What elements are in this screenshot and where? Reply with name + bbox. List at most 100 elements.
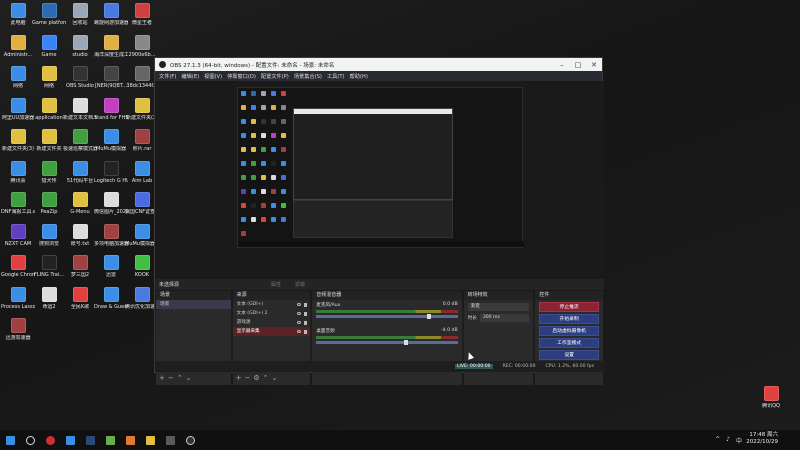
captured-icon bbox=[271, 105, 276, 110]
desktop-icon-label: application bbox=[35, 114, 63, 121]
app-icon bbox=[103, 160, 119, 176]
tray-arrow-icon[interactable]: ^ bbox=[715, 436, 720, 445]
desktop-icon[interactable]: 全民K歌 bbox=[65, 286, 95, 325]
transition-select[interactable]: 渐变 bbox=[467, 303, 530, 311]
settings-button[interactable]: 设置 bbox=[539, 350, 599, 360]
nvidia-icon[interactable] bbox=[100, 430, 120, 450]
start-recording-button[interactable]: 开始录制 bbox=[539, 314, 599, 324]
slider-knob[interactable] bbox=[426, 314, 431, 319]
captured-icon bbox=[241, 147, 246, 152]
captured-icon bbox=[251, 133, 256, 138]
close-icon[interactable]: ✕ bbox=[586, 61, 602, 69]
app-icon bbox=[134, 192, 150, 207]
slider-knob[interactable] bbox=[403, 340, 408, 345]
scene-item[interactable]: 场景 bbox=[156, 300, 231, 309]
ime-indicator[interactable]: 中 bbox=[736, 436, 742, 445]
app-icon bbox=[134, 129, 150, 144]
lock-icon[interactable] bbox=[304, 320, 308, 325]
properties-button[interactable]: 属性 bbox=[271, 281, 281, 288]
app-icon bbox=[134, 34, 150, 50]
system-tray[interactable]: ^ ♪ 中 bbox=[715, 436, 742, 445]
lock-icon[interactable] bbox=[304, 329, 308, 334]
search-icon[interactable] bbox=[20, 430, 40, 450]
app-icon bbox=[72, 160, 88, 176]
desktop-icon-label: 猎犬传 bbox=[41, 177, 57, 184]
channel-name: 桌面音频 bbox=[316, 329, 335, 334]
filters-button[interactable]: 滤镜 bbox=[295, 281, 305, 288]
volume-icon[interactable]: ♪ bbox=[726, 436, 730, 445]
captured-icon bbox=[271, 189, 276, 194]
desktop-icon-qq[interactable]: 腾讯QQ bbox=[754, 386, 788, 424]
virtual-camera-button[interactable]: 启动虚拟摄像机 bbox=[539, 326, 599, 336]
captured-icon bbox=[251, 217, 256, 222]
obs-taskbar-icon[interactable] bbox=[180, 430, 200, 450]
preview-canvas[interactable] bbox=[237, 87, 524, 248]
minimize-icon[interactable]: – bbox=[554, 61, 570, 69]
steam-icon[interactable] bbox=[80, 430, 100, 450]
source-item-selected[interactable]: 显示器采集 bbox=[232, 327, 311, 336]
desktop-icon[interactable]: 迅游加速器 bbox=[3, 318, 33, 356]
desktop-icon-label: G-Menu bbox=[70, 209, 90, 215]
source-item[interactable]: 文本 (GDI+) 2 bbox=[233, 309, 311, 318]
eye-icon[interactable] bbox=[297, 330, 302, 333]
studio-mode-button[interactable]: 工作室模式 bbox=[539, 338, 599, 348]
channel-db: -4.0 dB bbox=[441, 328, 458, 333]
captured-icon bbox=[281, 203, 286, 208]
clock[interactable]: 17:48 周六 2022/10/29 bbox=[746, 432, 778, 446]
app-icon bbox=[41, 3, 57, 18]
menu-view[interactable]: 视图(V) bbox=[204, 73, 222, 80]
opera-glyph bbox=[45, 435, 55, 445]
eye-icon[interactable] bbox=[297, 303, 302, 306]
volume-slider[interactable] bbox=[316, 314, 458, 319]
desktop-icon-label: 腾讯QQ bbox=[762, 403, 780, 409]
app-icon[interactable] bbox=[160, 430, 180, 450]
stop-streaming-button[interactable]: 停止推流 bbox=[539, 302, 599, 312]
app-icon bbox=[72, 66, 88, 81]
source-item[interactable]: 文本 (GDI+) bbox=[233, 300, 311, 309]
captured-icon bbox=[271, 161, 276, 166]
taskbar: ^ ♪ 中 17:48 周六 2022/10/29 bbox=[0, 430, 800, 450]
menu-profile[interactable]: 配置文件(P) bbox=[261, 73, 289, 80]
app-icon bbox=[10, 192, 26, 207]
sources-toolbar[interactable]: +−⚙⌃⌄ bbox=[236, 374, 281, 382]
menu-scene-collection[interactable]: 场景集合(S) bbox=[294, 73, 322, 80]
scenes-header: 场景 bbox=[156, 291, 231, 300]
opera-icon[interactable] bbox=[40, 430, 60, 450]
search-glyph bbox=[25, 435, 35, 445]
app-icon bbox=[134, 3, 150, 18]
menu-edit[interactable]: 编辑(E) bbox=[181, 73, 199, 80]
menu-file[interactable]: 文件(F) bbox=[159, 73, 176, 80]
desktop-icon-label: studio bbox=[72, 51, 88, 58]
desktop-icon[interactable]: Draw & Guess bbox=[94, 286, 128, 325]
menu-tools[interactable]: 工具(T) bbox=[327, 73, 345, 80]
preview-area[interactable]: 未选择源 属性 滤镜 场景 场景 +−⌃⌄ 来源 文本 (GDI+) 文本 (G… bbox=[155, 81, 604, 385]
desktop-icon-label: Game bbox=[41, 51, 57, 58]
duration-input[interactable]: 300 ms bbox=[479, 314, 530, 322]
lock-icon[interactable] bbox=[304, 302, 308, 307]
menu-help[interactable]: 帮助(H) bbox=[350, 73, 368, 80]
menu-docks[interactable]: 停靠窗口(D) bbox=[227, 73, 256, 80]
captured-icon bbox=[271, 147, 276, 152]
eye-icon[interactable] bbox=[297, 312, 302, 315]
desktop-icon-label: 阿里UU加速器 bbox=[1, 114, 35, 121]
desktop-icon[interactable]: 命运2 bbox=[34, 286, 64, 325]
start-button[interactable] bbox=[0, 430, 20, 450]
volume-slider[interactable] bbox=[316, 340, 458, 345]
app-icon bbox=[72, 223, 88, 239]
store-icon[interactable] bbox=[120, 430, 140, 450]
desktop-icon-label: 搜狗浏览 bbox=[38, 240, 59, 247]
volume-meter bbox=[316, 310, 458, 313]
obs-window[interactable]: OBS 27.1.3 (64-bit, windows) - 配置文件: 未命名… bbox=[154, 57, 604, 385]
title-bar[interactable]: OBS 27.1.3 (64-bit, windows) - 配置文件: 未命名… bbox=[155, 58, 602, 71]
qq-icon bbox=[763, 386, 779, 401]
scenes-toolbar[interactable]: +−⌃⌄ bbox=[159, 374, 194, 382]
lock-icon[interactable] bbox=[304, 311, 308, 316]
desktop-icon-label: 腾讯会 bbox=[10, 177, 26, 184]
source-item[interactable]: 游戏源 bbox=[233, 318, 311, 327]
desktop-icon[interactable]: 腾讯优化加速器 bbox=[125, 286, 159, 325]
maximize-icon[interactable]: □ bbox=[570, 61, 586, 69]
folder-icon[interactable] bbox=[140, 430, 160, 450]
captured-icon bbox=[281, 217, 286, 222]
settings-app-icon[interactable] bbox=[60, 430, 80, 450]
eye-icon[interactable] bbox=[297, 321, 302, 324]
